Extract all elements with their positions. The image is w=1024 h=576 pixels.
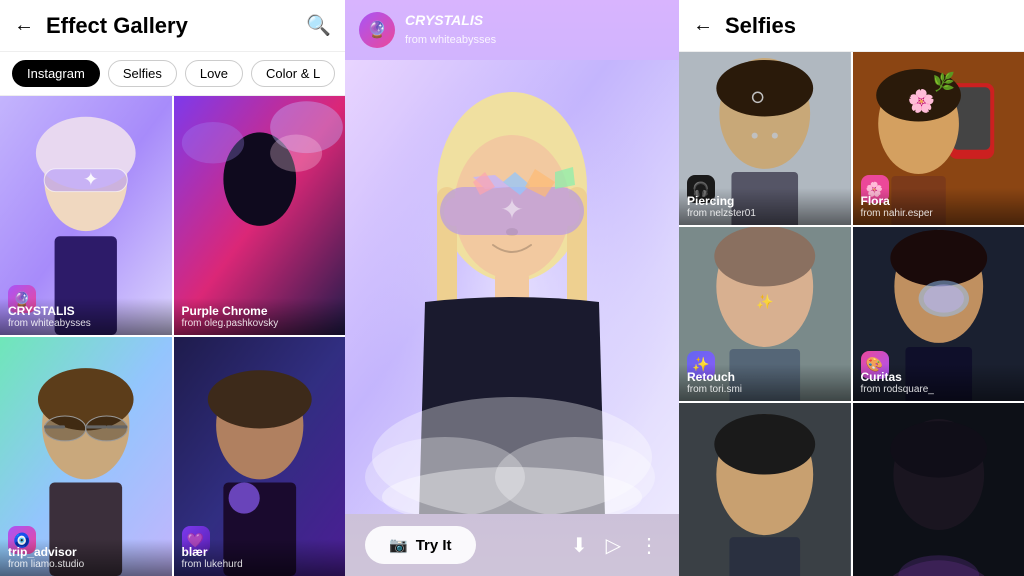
left-header-left: ← Effect Gallery	[14, 13, 188, 39]
selfie-author: from tori.smi	[687, 384, 843, 395]
right-header: ← Selfies	[679, 0, 1024, 52]
selfies-grid: 🎧 Piercing from nelzster01 🌸 🌿	[679, 52, 1024, 576]
selfie-author: from nahir.esper	[861, 208, 1017, 219]
effect-info-trip-advisor: trip_advisor from liamo.studio	[0, 539, 172, 576]
effect-info-blaer: blær from lukehurd	[174, 539, 346, 576]
selfie-author: from nelzster01	[687, 208, 843, 219]
selfie-name: Piercing	[687, 194, 843, 208]
center-title-block: CRYSTALIS from whiteabysses	[405, 12, 496, 48]
effect-author: from whiteabysses	[8, 318, 164, 329]
selfie-info-curitas: Curitas from rodsquare_	[853, 364, 1024, 401]
effect-info-crystalis: CRYSTALIS from whiteabysses	[0, 298, 172, 335]
svg-text:✨: ✨	[756, 294, 774, 310]
selfie-info-retouch: Retouch from tori.smi	[679, 364, 851, 401]
bottom-icons: ⬇ ▷ ⋮	[571, 533, 659, 558]
right-panel: ← Selfies 🎧 Piercing from nelzster01	[679, 0, 1024, 576]
effect-name: trip_advisor	[8, 545, 164, 559]
effect-name: CRYSTALIS	[8, 304, 164, 318]
selfie-item-5[interactable]	[679, 403, 851, 576]
effect-name: Purple Chrome	[182, 304, 338, 318]
right-panel-title: Selfies	[725, 13, 796, 39]
selfie-item-6[interactable]	[853, 403, 1024, 576]
center-avatar: 🔮	[359, 12, 395, 48]
camera-icon: 📷	[389, 536, 408, 554]
effect-author: from liamo.studio	[8, 559, 164, 570]
svg-text:✦: ✦	[500, 194, 523, 225]
back-arrow-icon[interactable]: ←	[14, 14, 34, 37]
try-it-label: Try It	[416, 537, 452, 554]
center-image-area: ✦	[345, 60, 679, 514]
right-back-arrow-icon[interactable]: ←	[693, 14, 713, 37]
effect-item-trip-advisor[interactable]: 🧿 trip_advisor from liamo.studio	[0, 337, 172, 576]
center-effect-name: CRYSTALIS	[405, 12, 483, 28]
selfie-name: Curitas	[861, 370, 1017, 384]
search-icon[interactable]: 🔍	[306, 13, 331, 38]
center-bottom-bar: 📷 Try It ⬇ ▷ ⋮	[345, 514, 679, 576]
selfie-info-flora: Flora from nahir.esper	[853, 188, 1024, 225]
effect-item-blaer[interactable]: 💜 blær from lukehurd	[174, 337, 346, 576]
effect-item-crystalis[interactable]: ✦ 🔮 CRYSTALIS from whiteabysses	[0, 96, 172, 335]
effect-author: from lukehurd	[182, 559, 338, 570]
selfie-item-curitas[interactable]: 🎨 Curitas from rodsquare_	[853, 227, 1024, 400]
try-it-button[interactable]: 📷 Try It	[365, 526, 476, 564]
left-panel: ← Effect Gallery 🔍 Instagram Selfies Lov…	[0, 0, 345, 576]
share-icon[interactable]: ▷	[606, 533, 621, 558]
selfie-name: Flora	[861, 194, 1017, 208]
selfie-item-piercing[interactable]: 🎧 Piercing from nelzster01	[679, 52, 851, 225]
download-icon[interactable]: ⬇	[571, 533, 588, 558]
svg-text:🌸: 🌸	[907, 87, 935, 113]
effect-author: from oleg.pashkovsky	[182, 318, 338, 329]
tab-selfies[interactable]: Selfies	[108, 60, 177, 87]
selfie-item-flora[interactable]: 🌸 🌿 🌸 Flora from nahir.esper	[853, 52, 1024, 225]
tab-instagram[interactable]: Instagram	[12, 60, 100, 87]
selfie-item-retouch[interactable]: ✨ ✨ Retouch from tori.smi	[679, 227, 851, 400]
center-effect-author: from whiteabysses	[405, 34, 496, 46]
svg-text:✦: ✦	[83, 168, 99, 189]
selfie-info-piercing: Piercing from nelzster01	[679, 188, 851, 225]
effect-item-purple-chrome[interactable]: Purple Chrome from oleg.pashkovsky	[174, 96, 346, 335]
selfie-name: Retouch	[687, 370, 843, 384]
effect-name: blær	[182, 545, 338, 559]
left-header: ← Effect Gallery 🔍	[0, 0, 345, 52]
more-options-icon[interactable]: ⋮	[639, 533, 659, 558]
effect-info-purple-chrome: Purple Chrome from oleg.pashkovsky	[174, 298, 346, 335]
effects-grid: ✦ 🔮 CRYSTALIS from whiteabysses	[0, 96, 345, 576]
center-panel: 🔮 CRYSTALIS from whiteabysses	[345, 0, 679, 576]
filter-tabs: Instagram Selfies Love Color & L	[0, 52, 345, 96]
center-header: 🔮 CRYSTALIS from whiteabysses	[345, 0, 679, 60]
tab-color[interactable]: Color & L	[251, 60, 335, 87]
svg-text:🌿: 🌿	[932, 71, 955, 92]
left-panel-title: Effect Gallery	[46, 13, 188, 39]
tab-love[interactable]: Love	[185, 60, 243, 87]
selfie-author: from rodsquare_	[861, 384, 1017, 395]
